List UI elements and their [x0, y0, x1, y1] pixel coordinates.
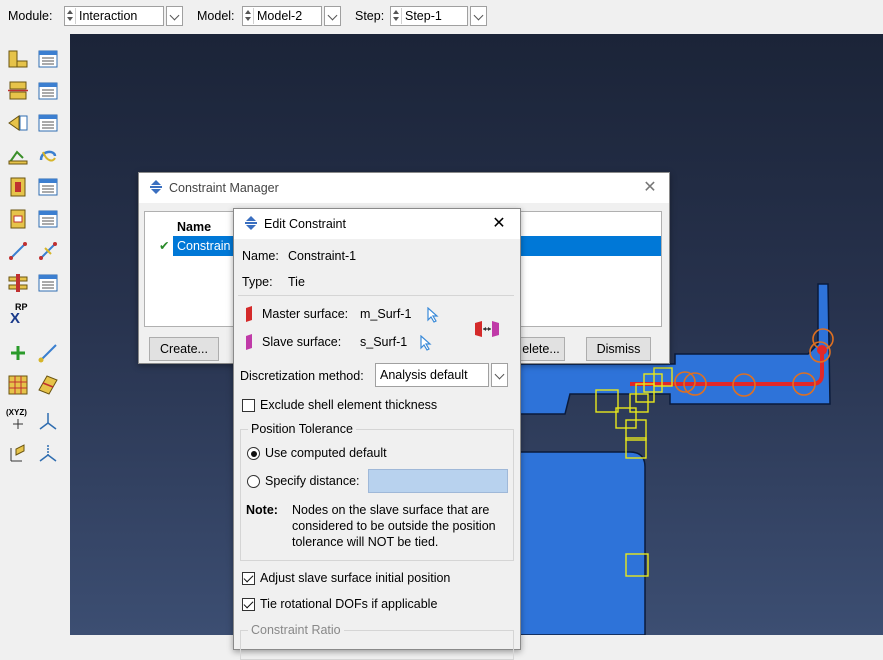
- constraint-manager-icon[interactable]: [37, 176, 59, 198]
- contact-initialization-icon[interactable]: [37, 144, 59, 166]
- constraint-manager-title: Constraint Manager: [169, 181, 279, 195]
- select-cursor-icon[interactable]: [426, 307, 440, 323]
- exclude-shell-checkbox[interactable]: [242, 399, 255, 412]
- constraint-row-name: Constrain: [177, 239, 231, 253]
- position-tolerance-title: Position Tolerance: [248, 422, 356, 436]
- note-line: considered to be outside the position: [292, 519, 496, 533]
- create-connector-section-icon[interactable]: [7, 208, 29, 230]
- edit-constraint-titlebar[interactable]: Edit Constraint ✕: [234, 209, 520, 239]
- slave-surface-value: s_Surf-1: [360, 335, 408, 349]
- datum-plane-icon[interactable]: [7, 442, 29, 464]
- lower-part-body[interactable]: [509, 451, 646, 635]
- step-label: Step:: [355, 9, 385, 23]
- use-computed-radio[interactable]: [247, 447, 260, 460]
- create-fastener-icon[interactable]: [7, 272, 29, 294]
- contact-control-manager-icon[interactable]: [37, 112, 59, 134]
- note-line: tolerance will NOT be tied.: [292, 535, 439, 549]
- edit-constraint-dialog: Edit Constraint ✕ Name: Constraint-1 Typ…: [233, 208, 521, 660]
- note-label: Note:: [246, 503, 278, 517]
- step-select[interactable]: Step-1: [390, 6, 468, 26]
- spin-icon[interactable]: [244, 8, 254, 24]
- exclude-shell-label: Exclude shell element thickness: [260, 398, 438, 412]
- module-label: Module:: [8, 9, 53, 23]
- select-cursor-icon[interactable]: [419, 335, 433, 351]
- name-label: Name:: [242, 249, 279, 263]
- add-datum-icon[interactable]: [7, 342, 29, 364]
- model-dropdown-button[interactable]: [324, 6, 341, 26]
- specify-distance-radio[interactable]: [247, 475, 260, 488]
- dismiss-button[interactable]: Dismiss: [586, 337, 651, 361]
- find-contact-pairs-icon[interactable]: [7, 144, 29, 166]
- dialog-icon: [150, 180, 162, 194]
- type-label: Type:: [242, 275, 273, 289]
- name-value: Constraint-1: [288, 249, 357, 263]
- mesh-partition-icon[interactable]: [7, 374, 29, 396]
- master-surface-label: Master surface:: [262, 307, 349, 321]
- chevron-down-icon: [494, 369, 505, 380]
- spin-icon[interactable]: [392, 8, 402, 24]
- spin-icon[interactable]: [66, 8, 76, 24]
- adjust-slave-checkbox[interactable]: [242, 572, 255, 585]
- type-value: Tie: [288, 275, 305, 289]
- node-marker: [817, 345, 827, 355]
- connector-section-manager-icon[interactable]: [37, 208, 59, 230]
- discretization-dropdown-button[interactable]: [491, 363, 508, 387]
- master-surface-value: m_Surf-1: [360, 307, 412, 321]
- tie-rotational-checkbox[interactable]: [242, 598, 255, 611]
- module-select[interactable]: Interaction: [64, 6, 164, 26]
- create-wire-feature-icon[interactable]: [7, 240, 29, 262]
- datum-csys-icon[interactable]: (XYZ): [6, 408, 32, 434]
- step-dropdown-button[interactable]: [470, 6, 487, 26]
- toolbox: RP X (XYZ): [0, 34, 70, 635]
- fastener-manager-icon[interactable]: [37, 272, 59, 294]
- assign-connector-section-icon[interactable]: [37, 240, 59, 262]
- use-computed-label: Use computed default: [265, 446, 387, 460]
- create-constraint-icon[interactable]: [7, 176, 29, 198]
- model-select[interactable]: Model-2: [242, 6, 322, 26]
- axis-triad-icon[interactable]: [37, 410, 59, 432]
- specify-distance-label: Specify distance:: [265, 474, 360, 488]
- reference-point-icon[interactable]: RP X: [7, 302, 33, 328]
- create-button[interactable]: Create...: [149, 337, 219, 361]
- adjust-slave-label: Adjust slave surface initial position: [260, 571, 451, 585]
- active-check-icon: ✔: [159, 239, 170, 253]
- create-datum-line-icon[interactable]: [37, 342, 59, 364]
- slave-surface-label: Slave surface:: [262, 335, 342, 349]
- interaction-manager-icon[interactable]: [37, 48, 59, 70]
- context-bar: Module: Interaction Model: Model-2 Step:…: [0, 0, 883, 34]
- close-icon[interactable]: ✕: [488, 213, 510, 235]
- tie-rotational-label: Tie rotational DOFs if applicable: [260, 597, 438, 611]
- specify-distance-input[interactable]: [368, 469, 508, 493]
- edit-constraint-title: Edit Constraint: [264, 217, 346, 231]
- create-contact-control-icon[interactable]: [7, 112, 29, 134]
- interaction-property-manager-icon[interactable]: [37, 80, 59, 102]
- datum-axis-icon[interactable]: [37, 442, 59, 464]
- create-interaction-icon[interactable]: [7, 48, 29, 70]
- partition-face-icon[interactable]: [37, 374, 59, 396]
- dialog-icon: [245, 216, 257, 230]
- close-icon[interactable]: ✕: [639, 177, 661, 199]
- discretization-select[interactable]: Analysis default: [375, 363, 489, 387]
- discretization-label: Discretization method:: [240, 369, 364, 383]
- separator: [238, 295, 514, 296]
- module-dropdown-button[interactable]: [166, 6, 183, 26]
- constraint-manager-titlebar[interactable]: Constraint Manager ✕: [139, 173, 669, 203]
- name-column-header[interactable]: Name: [177, 220, 211, 234]
- create-interaction-property-icon[interactable]: [7, 80, 29, 102]
- note-line: Nodes on the slave surface that are: [292, 503, 490, 517]
- master-surface-icon: [246, 306, 252, 322]
- model-label: Model:: [197, 9, 235, 23]
- slave-surface-icon: [246, 334, 252, 350]
- delete-button[interactable]: elete...: [517, 337, 565, 361]
- swap-surfaces-icon[interactable]: [473, 319, 501, 339]
